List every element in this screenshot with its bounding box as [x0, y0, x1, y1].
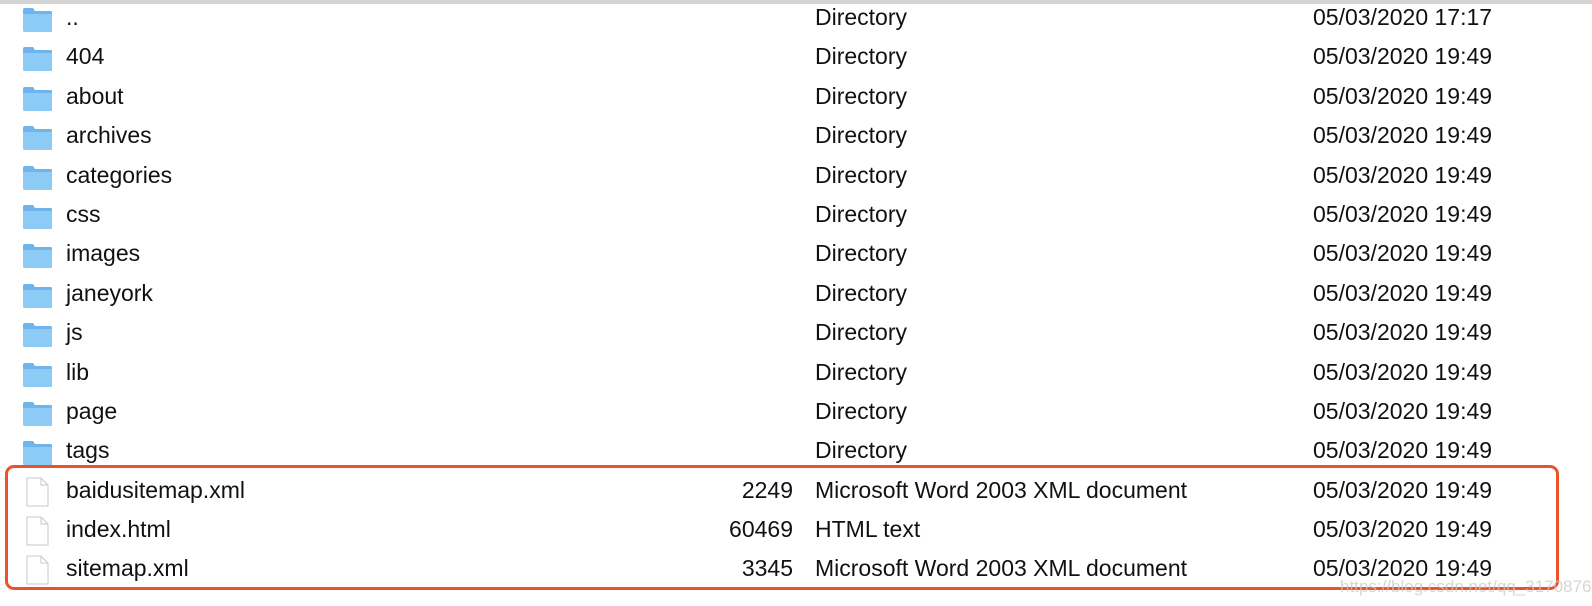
file-row[interactable]: archives Directory 05/03/2020 19:49	[0, 116, 1592, 155]
file-date: 05/03/2020 19:49	[1313, 122, 1493, 149]
file-row[interactable]: lib Directory 05/03/2020 19:49	[0, 353, 1592, 392]
file-icon	[22, 516, 53, 546]
file-size: 2249	[741, 476, 793, 503]
file-icon	[22, 477, 53, 507]
file-name: images	[66, 240, 141, 267]
file-kind: Directory	[815, 4, 908, 30]
folder-icon	[22, 242, 53, 269]
file-row[interactable]: janeyork Directory 05/03/2020 19:49	[0, 274, 1592, 313]
file-kind: Directory	[815, 437, 908, 464]
file-date: 05/03/2020 19:49	[1313, 516, 1493, 543]
file-kind: Directory	[815, 82, 908, 109]
file-name: tags	[66, 437, 110, 464]
file-date: 05/03/2020 19:49	[1313, 279, 1493, 306]
folder-icon	[22, 6, 53, 32]
folder-icon	[22, 439, 53, 466]
folder-icon	[22, 361, 53, 387]
folder-icon	[22, 164, 53, 190]
file-date: 05/03/2020 19:49	[1313, 43, 1493, 70]
file-name: janeyork	[66, 279, 153, 306]
file-kind: Directory	[815, 397, 908, 424]
file-row[interactable]: categories Directory 05/03/2020 19:49	[0, 156, 1592, 195]
file-date: 05/03/2020 19:49	[1313, 161, 1493, 188]
folder-icon	[22, 124, 53, 151]
file-row[interactable]: tags Directory 05/03/2020 19:49	[0, 431, 1592, 470]
file-row[interactable]: .. Directory 05/03/2020 17:17	[0, 0, 1592, 37]
file-size: 60469	[729, 516, 793, 543]
folder-icon	[22, 282, 53, 308]
folder-icon	[22, 45, 53, 72]
file-name: js	[66, 319, 83, 346]
file-kind: Directory	[815, 200, 908, 227]
file-name: index.html	[66, 516, 171, 543]
file-date: 05/03/2020 19:49	[1313, 397, 1493, 424]
file-name: page	[66, 397, 118, 424]
file-name: 404	[66, 43, 105, 70]
file-name: ..	[66, 4, 79, 30]
file-row[interactable]: images Directory 05/03/2020 19:49	[0, 234, 1592, 273]
file-name: baidusitemap.xml	[66, 476, 245, 503]
file-date: 05/03/2020 19:49	[1313, 240, 1493, 267]
file-kind: Directory	[815, 279, 908, 306]
file-size: 3345	[741, 555, 793, 582]
file-row[interactable]: css Directory 05/03/2020 19:49	[0, 195, 1592, 234]
file-kind: Directory	[815, 358, 908, 385]
file-row[interactable]: about Directory 05/03/2020 19:49	[0, 77, 1592, 116]
file-kind: Microsoft Word 2003 XML document	[815, 476, 1187, 503]
file-name: sitemap.xml	[66, 555, 189, 582]
file-kind: Directory	[815, 240, 908, 267]
file-kind: Directory	[815, 43, 908, 70]
file-date: 05/03/2020 17:17	[1313, 4, 1493, 30]
file-name: lib	[66, 358, 90, 385]
file-row[interactable]: page Directory 05/03/2020 19:49	[0, 392, 1592, 431]
file-date: 05/03/2020 19:49	[1313, 437, 1493, 464]
folder-icon	[22, 203, 53, 229]
file-name: categories	[66, 161, 173, 188]
file-icon	[22, 555, 53, 585]
folder-icon	[22, 85, 53, 111]
file-date: 05/03/2020 19:49	[1313, 319, 1493, 346]
file-row[interactable]: index.html 60469 HTML text 05/03/2020 19:49	[0, 510, 1592, 549]
file-kind: HTML text	[815, 516, 921, 543]
folder-icon	[22, 400, 53, 426]
folder-icon	[22, 321, 53, 348]
file-kind: Directory	[815, 122, 908, 149]
file-date: 05/03/2020 19:49	[1313, 82, 1493, 109]
file-name: archives	[66, 122, 152, 149]
file-name: about	[66, 82, 124, 109]
file-kind: Directory	[815, 319, 908, 346]
file-list: .. Directory 05/03/2020 17:17 404 Directory 0…	[0, 0, 1592, 589]
file-kind: Directory	[815, 161, 908, 188]
file-date: 05/03/2020 19:49	[1313, 200, 1493, 227]
watermark: https://blog.csdn.net/qq_31708763	[1340, 577, 1592, 596]
file-kind: Microsoft Word 2003 XML document	[815, 555, 1187, 582]
file-row[interactable]: 404 Directory 05/03/2020 19:49	[0, 37, 1592, 76]
file-row[interactable]: js Directory 05/03/2020 19:49	[0, 313, 1592, 352]
file-date: 05/03/2020 19:49	[1313, 476, 1493, 503]
file-name: css	[66, 200, 101, 227]
file-date: 05/03/2020 19:49	[1313, 358, 1493, 385]
file-row[interactable]: baidusitemap.xml 2249 Microsoft Word 2003 …	[0, 471, 1592, 510]
